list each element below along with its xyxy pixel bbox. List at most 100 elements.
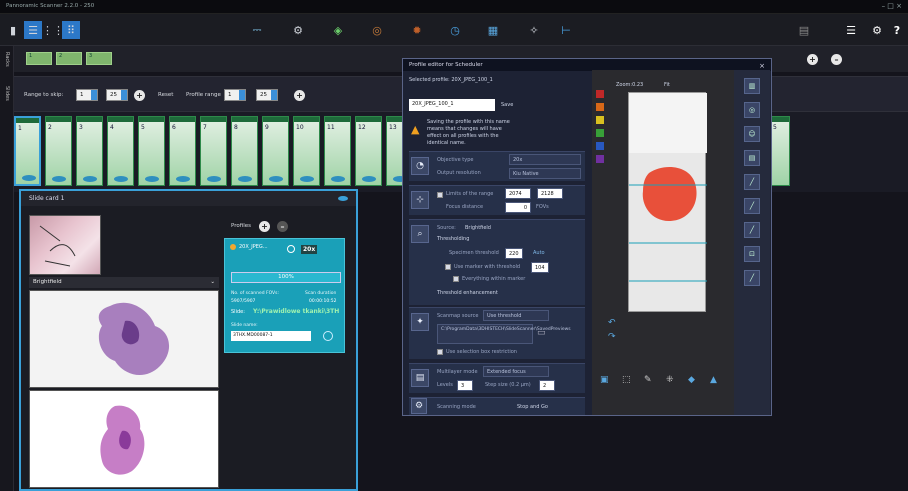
preview-slide-image[interactable]: [628, 92, 707, 312]
skip-from-input[interactable]: 1: [76, 89, 98, 101]
slot-10[interactable]: 10: [293, 116, 320, 186]
skip-to-input[interactable]: 25: [106, 89, 128, 101]
remove-profile-icon[interactable]: –: [277, 221, 288, 232]
window-controls[interactable]: – □ ×: [882, 2, 902, 10]
slide-icon[interactable]: ▤: [795, 21, 813, 39]
swatch-red[interactable]: [596, 90, 604, 98]
slide-name-input[interactable]: 3THX.MD00087-1: [231, 331, 311, 341]
grid-dense-icon[interactable]: ⋮⋮: [42, 21, 64, 39]
limit-1-input[interactable]: 2074: [505, 188, 531, 199]
enhancement-label[interactable]: Threshold enhancement: [437, 290, 498, 296]
camera-icon[interactable]: ▦: [484, 21, 502, 39]
tool-user-icon[interactable]: ☺: [744, 126, 760, 142]
slot-9[interactable]: 9: [262, 116, 289, 186]
profile-to-input[interactable]: 25: [256, 89, 278, 101]
undo-icon[interactable]: ↶: [608, 318, 616, 328]
fit-button[interactable]: Fit: [664, 82, 670, 88]
output-select[interactable]: Kiu Native: [509, 168, 581, 179]
save-button[interactable]: Save: [501, 102, 513, 108]
swatch-blue[interactable]: [596, 142, 604, 150]
tool-target-icon[interactable]: ◎: [744, 102, 760, 118]
racks-label[interactable]: Racks: [4, 52, 10, 67]
gear-icon[interactable]: ⚙: [868, 21, 886, 39]
tool-line3-icon[interactable]: ╱: [744, 222, 760, 238]
stamp-icon[interactable]: ▲: [710, 375, 717, 385]
profile-card[interactable]: 20X_JPEG... 20x 100% No. of scanned FOVs…: [224, 238, 345, 353]
levels-input[interactable]: 3: [457, 380, 473, 391]
coin-icon[interactable]: ◎: [368, 21, 386, 39]
scanning-value[interactable]: Stop and Go: [517, 404, 548, 410]
marker-input[interactable]: 104: [531, 262, 549, 273]
rack-2[interactable]: 2: [56, 52, 82, 65]
tool-doc-icon[interactable]: ▤: [744, 150, 760, 166]
preview-path-input[interactable]: C:\ProgramData\3DHISTECH\SlideScanner\Sa…: [437, 324, 571, 344]
search-icon[interactable]: ⌕: [411, 225, 429, 243]
select-box-icon[interactable]: ⬚: [622, 375, 631, 385]
scanmap-icon[interactable]: ✦: [411, 313, 429, 331]
scan-settings-icon[interactable]: ⚙: [289, 21, 307, 39]
thresholding-label[interactable]: Thresholding: [437, 236, 469, 242]
focus-distance-input[interactable]: 0: [505, 202, 531, 213]
objective-select[interactable]: 20x: [509, 154, 581, 165]
swatch-purple[interactable]: [596, 155, 604, 163]
eraser-icon[interactable]: ◆: [688, 375, 695, 385]
rack-1[interactable]: 1: [26, 52, 52, 65]
refresh-icon[interactable]: [323, 331, 333, 341]
tool-line1-icon[interactable]: ╱: [744, 174, 760, 190]
limits-checkbox[interactable]: [437, 192, 443, 198]
tool-histogram-icon[interactable]: ▥: [744, 78, 760, 94]
step-input[interactable]: 2: [539, 380, 555, 391]
tool-line2-icon[interactable]: ╱: [744, 198, 760, 214]
remove-icon[interactable]: –: [831, 54, 842, 65]
scanner-icon[interactable]: ⎓: [248, 21, 266, 39]
slot-3[interactable]: 3: [76, 116, 103, 186]
scanmap-select[interactable]: Use threshold: [483, 310, 549, 321]
selbox-checkbox[interactable]: [437, 349, 443, 355]
stack-icon[interactable]: ☰: [842, 21, 860, 39]
slot-7[interactable]: 7: [200, 116, 227, 186]
source-value[interactable]: Brightfield: [465, 225, 491, 231]
brightfield-header[interactable]: Brightfield ⌄: [29, 277, 219, 288]
limit-2-input[interactable]: 2128: [537, 188, 563, 199]
slot-4[interactable]: 4: [107, 116, 134, 186]
add-profile-icon[interactable]: +: [259, 221, 270, 232]
specimen-input[interactable]: 220: [505, 248, 523, 259]
reset-button[interactable]: Reset: [158, 92, 173, 98]
objective-icon[interactable]: ◔: [411, 157, 429, 175]
swatch-orange[interactable]: [596, 103, 604, 111]
add-icon[interactable]: +: [807, 54, 818, 65]
eye-icon[interactable]: [338, 196, 348, 201]
tool-line4-icon[interactable]: ╱: [744, 270, 760, 286]
close-icon[interactable]: ×: [759, 62, 765, 70]
tissue-image[interactable]: [29, 390, 219, 488]
help-icon[interactable]: ?: [888, 21, 906, 39]
grid-icon[interactable]: ☰: [24, 21, 42, 39]
diamond-icon[interactable]: ◈: [329, 21, 347, 39]
profile-name-input[interactable]: 20X_JPEG_100_1: [409, 99, 495, 111]
slot-1[interactable]: 1: [14, 116, 41, 186]
swatch-green[interactable]: [596, 129, 604, 137]
gear-mode-icon[interactable]: ⚙: [411, 398, 427, 414]
slot-6[interactable]: 6: [169, 116, 196, 186]
everything-checkbox[interactable]: [453, 276, 459, 282]
slot-8[interactable]: 8: [231, 116, 258, 186]
grid-selected-icon[interactable]: ⠿: [62, 21, 80, 39]
slides-label[interactable]: Slides: [4, 86, 10, 101]
tool-lock-icon[interactable]: ⊡: [744, 246, 760, 262]
slot-11[interactable]: 11: [324, 116, 351, 186]
wrench-icon[interactable]: ✧: [525, 21, 543, 39]
dots-icon[interactable]: ⁜: [666, 375, 674, 385]
multilayer-select[interactable]: Extended focus: [483, 366, 549, 377]
add-profile-range-button[interactable]: +: [294, 90, 305, 101]
layout-icon[interactable]: ▮: [4, 21, 22, 39]
add-range-button[interactable]: +: [134, 90, 145, 101]
profile-from-input[interactable]: 1: [224, 89, 246, 101]
pen-icon[interactable]: ✎: [644, 375, 652, 385]
clock-icon[interactable]: ◷: [446, 21, 464, 39]
focus-icon[interactable]: ⊹: [411, 191, 429, 209]
rack-3[interactable]: 3: [86, 52, 112, 65]
slot-12[interactable]: 12: [355, 116, 382, 186]
slot-2[interactable]: 2: [45, 116, 72, 186]
folder-icon[interactable]: ▭: [537, 328, 546, 338]
auto-button[interactable]: Auto: [533, 250, 545, 256]
